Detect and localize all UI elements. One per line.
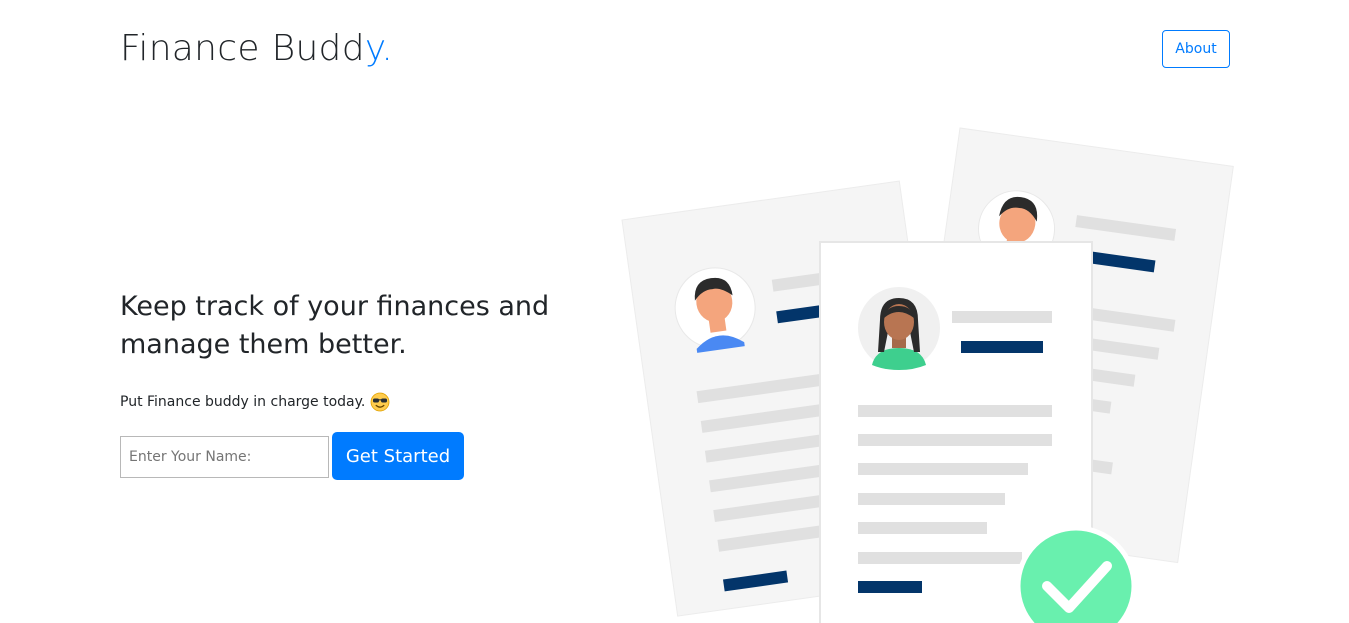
name-input[interactable] [120,436,329,478]
brand-logo[interactable]: Finance Buddy. [120,28,393,69]
landing-page: Finance Buddy. About Keep track of your … [0,0,1349,623]
resumes-documents-icon [610,120,1240,623]
hero-headline: Keep track of your finances and manage t… [120,291,550,360]
brand-accent-text: y. [364,28,394,69]
sunglasses-emoji-icon [370,392,390,412]
brand-text: Finance Budd [120,28,365,69]
hero-subline: Put Finance buddy in charge today. [120,392,390,412]
check-badge-icon [1015,525,1137,623]
about-button[interactable]: About [1162,30,1230,68]
hero-subline-text: Put Finance buddy in charge today. [120,394,366,410]
get-started-button[interactable]: Get Started [332,432,464,480]
